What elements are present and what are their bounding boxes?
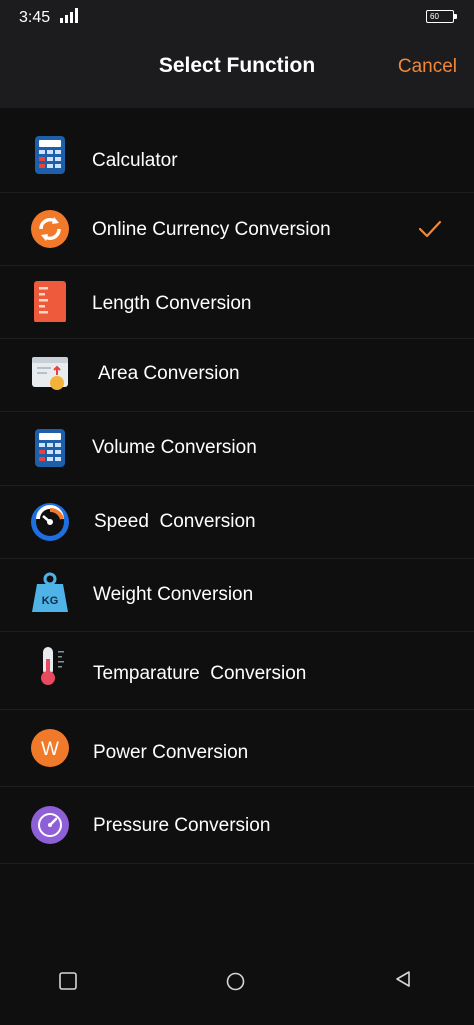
function-label: Calculator [92, 150, 178, 171]
pressure-gauge-icon [31, 806, 69, 844]
function-item-online-currency-conversion[interactable]: Online Currency Conversion [0, 193, 474, 266]
function-label: Power Conversion [93, 742, 249, 763]
header: Select Function Cancel [0, 34, 474, 108]
function-item-weight-conversion[interactable]: KG Weight Conversion [0, 559, 474, 632]
function-label: Area Conversion [98, 363, 240, 384]
function-label: Length Conversion [92, 293, 252, 314]
function-label: Pressure Conversion [93, 815, 271, 836]
function-item-pressure-conversion[interactable]: Pressure Conversion [0, 787, 474, 864]
status-bar: 3:45 60 [0, 0, 474, 34]
function-item-length-conversion[interactable]: Length Conversion [0, 266, 474, 339]
cancel-button[interactable]: Cancel [398, 56, 457, 78]
navigation-bar [0, 935, 474, 1025]
function-label: Volume Conversion [92, 437, 257, 458]
function-item-speed-conversion[interactable]: Speed Conversion [0, 486, 474, 559]
weight-icon-text: KG [42, 595, 59, 607]
function-label: Speed Conversion [94, 511, 256, 532]
thermometer-icon [41, 647, 64, 685]
status-time: 3:45 [19, 9, 51, 26]
home-icon[interactable] [226, 972, 245, 991]
function-label: Temparature Conversion [93, 663, 307, 684]
volume-calculator-icon [35, 429, 65, 467]
function-item-area-conversion[interactable]: Area Conversion [0, 339, 474, 412]
back-icon[interactable] [394, 970, 412, 988]
selected-check-icon [418, 220, 442, 238]
currency-exchange-icon [31, 210, 69, 248]
function-item-volume-conversion[interactable]: Volume Conversion [0, 412, 474, 486]
function-label: Weight Conversion [93, 584, 254, 605]
function-item-power-conversion[interactable]: W Power Conversion [0, 710, 474, 787]
battery-icon: 60 [426, 10, 457, 23]
area-icon [32, 357, 68, 390]
power-w-icon: W [31, 729, 69, 767]
function-label: Online Currency Conversion [92, 219, 331, 240]
function-item-calculator[interactable]: Calculator [0, 118, 474, 193]
function-item-temparature-conversion[interactable]: Temparature Conversion [0, 632, 474, 710]
power-icon-text: W [41, 739, 59, 760]
weight-kg-icon: KG [32, 572, 68, 612]
speedometer-icon [31, 503, 69, 541]
calculator-icon [35, 136, 65, 174]
signal-icon [60, 8, 78, 23]
recent-apps-icon[interactable] [59, 972, 77, 990]
battery-level: 60 [430, 12, 439, 21]
ruler-icon [34, 281, 66, 322]
function-list: Calculator Online Currency Conversion Le… [0, 118, 474, 864]
